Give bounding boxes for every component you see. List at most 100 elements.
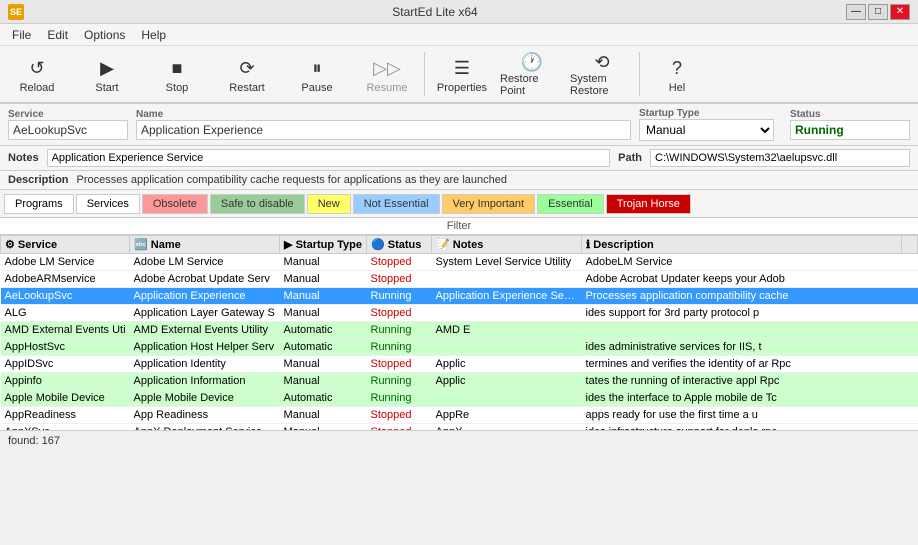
tab-new[interactable]: New [307,194,351,214]
found-count: found: 167 [8,435,60,447]
services-table: ⚙ Service 🔤 Name ▶ Startup Type 🔵 Status [0,235,918,430]
cell-notes: AppRe [432,407,582,424]
desc-text: Processes application compatibility cach… [77,174,507,186]
service-label: Service [8,109,128,120]
col-desc[interactable]: ℹ Description [582,236,902,254]
table-row[interactable]: Adobe LM Service Adobe LM Service Manual… [1,254,918,271]
cell-name: Application Experience [130,288,280,305]
table-row[interactable]: AdobeARMservice Adobe Acrobat Update Ser… [1,271,918,288]
table-container[interactable]: ⚙ Service 🔤 Name ▶ Startup Type 🔵 Status [0,235,918,430]
table-row[interactable]: ALG Application Layer Gateway S Manual S… [1,305,918,322]
col-name[interactable]: 🔤 Name [130,236,280,254]
cell-name: Application Host Helper Serv [130,339,280,356]
restore-point-button[interactable]: 🕐 Restore Point [497,48,567,100]
table-row[interactable]: AMD External Events Uti AMD External Eve… [1,322,918,339]
tab-very-important[interactable]: Very Important [442,194,536,214]
maximize-button[interactable]: □ [868,4,888,20]
col-notes[interactable]: 📝 Notes [432,236,582,254]
cell-service: Adobe LM Service [1,254,130,271]
cell-extra [902,356,918,373]
table-row[interactable]: Appinfo Application Information Manual R… [1,373,918,390]
cell-desc: termines and verifies the identity of ar… [582,356,902,373]
cell-desc: ides the interface to Apple mobile de Tc [582,390,902,407]
pause-button[interactable]: ⏸ Pause [282,48,352,100]
app-icon: SE [8,4,24,20]
reload-label: Reload [20,82,55,94]
tab-safe[interactable]: Safe to disable [210,194,305,214]
tab-essential[interactable]: Essential [537,194,604,214]
service-value: AeLookupSvc [8,120,128,140]
restart-button[interactable]: ⟳ Restart [212,48,282,100]
cell-status: Stopped [367,271,432,288]
cell-startup: Manual [280,254,367,271]
table-row[interactable]: AppHostSvc Application Host Helper Serv … [1,339,918,356]
cell-status: Stopped [367,305,432,322]
tab-services[interactable]: Services [76,194,140,214]
menu-help[interactable]: Help [133,26,174,44]
table-row[interactable]: AeLookupSvc Application Experience Manua… [1,288,918,305]
cell-notes: AMD E [432,322,582,339]
close-button[interactable]: ✕ [890,4,910,20]
cell-notes [432,271,582,288]
cell-extra [902,339,918,356]
cell-extra [902,254,918,271]
menu-file[interactable]: File [4,26,39,44]
resume-button[interactable]: ▷▷ Resume [352,48,422,100]
cell-extra [902,424,918,431]
reload-button[interactable]: ↺ Reload [2,48,72,100]
notes-input[interactable] [47,149,611,167]
help-icon: ? [661,54,693,82]
category-tabs: Programs Services Obsolete Safe to disab… [0,190,918,218]
cell-service: AdobeARMservice [1,271,130,288]
cell-startup: Manual [280,305,367,322]
service-info-row: Service AeLookupSvc Name Application Exp… [0,104,918,146]
cell-status: Stopped [367,254,432,271]
startup-select[interactable]: Manual Automatic Disabled Automatic (Del… [639,119,774,141]
pause-label: Pause [301,82,332,94]
cell-status: Running [367,288,432,305]
cell-desc: ides support for 3rd party protocol p [582,305,902,322]
cell-status: Stopped [367,424,432,431]
table-area: ⚙ Service 🔤 Name ▶ Startup Type 🔵 Status [0,235,918,430]
properties-icon: ☰ [446,54,478,82]
start-button[interactable]: ▶ Start [72,48,142,100]
tab-trojan[interactable]: Trojan Horse [606,194,691,214]
cell-desc: apps ready for use the first time a u [582,407,902,424]
table-row[interactable]: AppIDSvc Application Identity Manual Sto… [1,356,918,373]
menu-edit[interactable]: Edit [39,26,76,44]
table-row[interactable]: AppReadiness App Readiness Manual Stoppe… [1,407,918,424]
cell-desc: ides administrative services for IIS, t [582,339,902,356]
properties-label: Properties [437,82,487,94]
table-row[interactable]: AppXSvc AppX Deployment Service (A Manua… [1,424,918,431]
minimize-button[interactable]: — [846,4,866,20]
cell-extra [902,373,918,390]
help-button[interactable]: ? Hel [642,48,712,100]
resume-icon: ▷▷ [371,54,403,82]
tab-not-essential[interactable]: Not Essential [353,194,440,214]
col-startup[interactable]: ▶ Startup Type [280,236,367,254]
restart-label: Restart [229,82,264,94]
col-service[interactable]: ⚙ Service [1,236,130,254]
table-row[interactable]: Apple Mobile Device Apple Mobile Device … [1,390,918,407]
properties-button[interactable]: ☰ Properties [427,48,497,100]
menu-options[interactable]: Options [76,26,133,44]
startup-label: Startup Type [639,108,774,119]
cell-extra [902,305,918,322]
cell-name: AppX Deployment Service (A [130,424,280,431]
cell-name: Application Identity [130,356,280,373]
path-input[interactable] [650,149,910,167]
system-restore-button[interactable]: ⟲ System Restore [567,48,637,100]
startup-group: Startup Type Manual Automatic Disabled A… [639,108,774,141]
status-col-icon: 🔵 [371,239,385,251]
cell-name: Adobe Acrobat Update Serv [130,271,280,288]
cell-extra [902,271,918,288]
tab-obsolete[interactable]: Obsolete [142,194,208,214]
cell-status: Running [367,390,432,407]
cell-service: AppReadiness [1,407,130,424]
stop-button[interactable]: ■ Stop [142,48,212,100]
tab-programs[interactable]: Programs [4,194,74,214]
stop-label: Stop [166,82,189,94]
col-status[interactable]: 🔵 Status [367,236,432,254]
restore-point-label: Restore Point [500,73,564,97]
cell-service: AMD External Events Uti [1,322,130,339]
